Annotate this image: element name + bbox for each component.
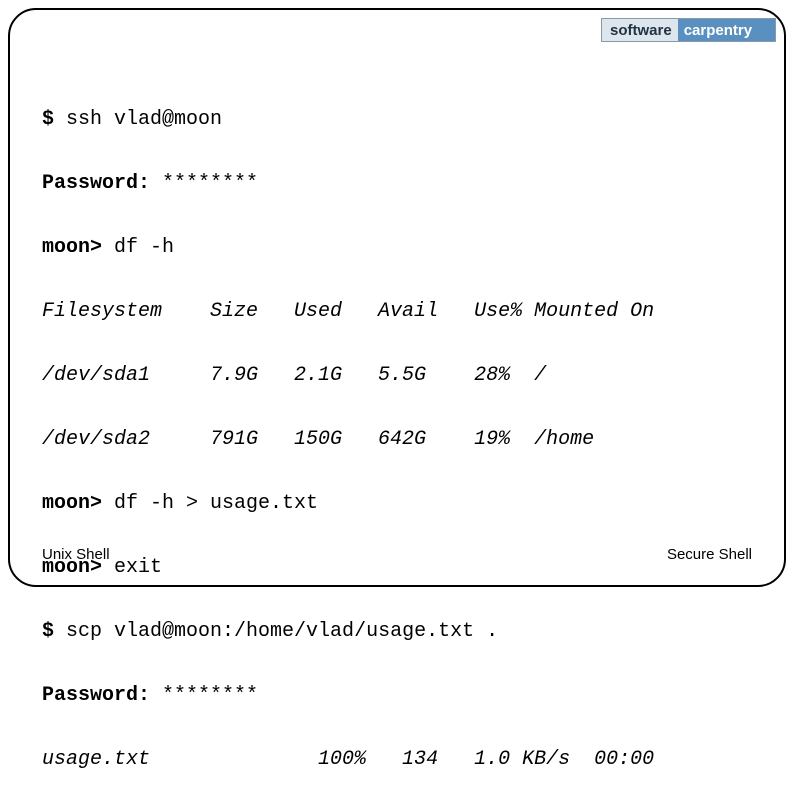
slide-frame: software carpentry $ ssh vlad@moon Passw… bbox=[8, 8, 786, 587]
password-label: Password: bbox=[42, 172, 162, 195]
terminal-line: Password: ******** bbox=[42, 168, 752, 200]
terminal-line: $ ssh vlad@moon bbox=[42, 104, 752, 136]
shell-prompt: $ bbox=[42, 108, 66, 131]
password-mask: ******** bbox=[162, 172, 258, 195]
software-carpentry-logo: software carpentry bbox=[601, 18, 776, 42]
terminal-output: $ ssh vlad@moon Password: ******** moon>… bbox=[42, 72, 752, 808]
logo-right-text: carpentry bbox=[678, 19, 775, 41]
df-row: /dev/sda2 791G 150G 642G 19% /home bbox=[42, 424, 752, 456]
df-row: /dev/sda1 7.9G 2.1G 5.5G 28% / bbox=[42, 360, 752, 392]
command-text: df -h bbox=[114, 236, 174, 259]
remote-prompt: moon> bbox=[42, 236, 114, 259]
df-header: Filesystem Size Used Avail Use% Mounted … bbox=[42, 296, 752, 328]
command-text: ssh vlad@moon bbox=[66, 108, 222, 131]
shell-prompt: $ bbox=[42, 620, 66, 643]
command-text: exit bbox=[114, 556, 162, 579]
command-text: df -h > usage.txt bbox=[114, 492, 318, 515]
terminal-line: moon> df -h > usage.txt bbox=[42, 488, 752, 520]
logo-left-text: software bbox=[602, 19, 678, 41]
footer-left-text: Unix Shell bbox=[42, 546, 110, 563]
scp-progress: usage.txt 100% 134 1.0 KB/s 00:00 bbox=[42, 744, 752, 776]
remote-prompt: moon> bbox=[42, 492, 114, 515]
password-label: Password: bbox=[42, 684, 162, 707]
footer-right-text: Secure Shell bbox=[667, 546, 752, 563]
terminal-line: Password: ******** bbox=[42, 680, 752, 712]
command-text: scp vlad@moon:/home/vlad/usage.txt . bbox=[66, 620, 498, 643]
terminal-line: $ scp vlad@moon:/home/vlad/usage.txt . bbox=[42, 616, 752, 648]
terminal-line: moon> df -h bbox=[42, 232, 752, 264]
terminal-line: moon> exit bbox=[42, 552, 752, 584]
password-mask: ******** bbox=[162, 684, 258, 707]
